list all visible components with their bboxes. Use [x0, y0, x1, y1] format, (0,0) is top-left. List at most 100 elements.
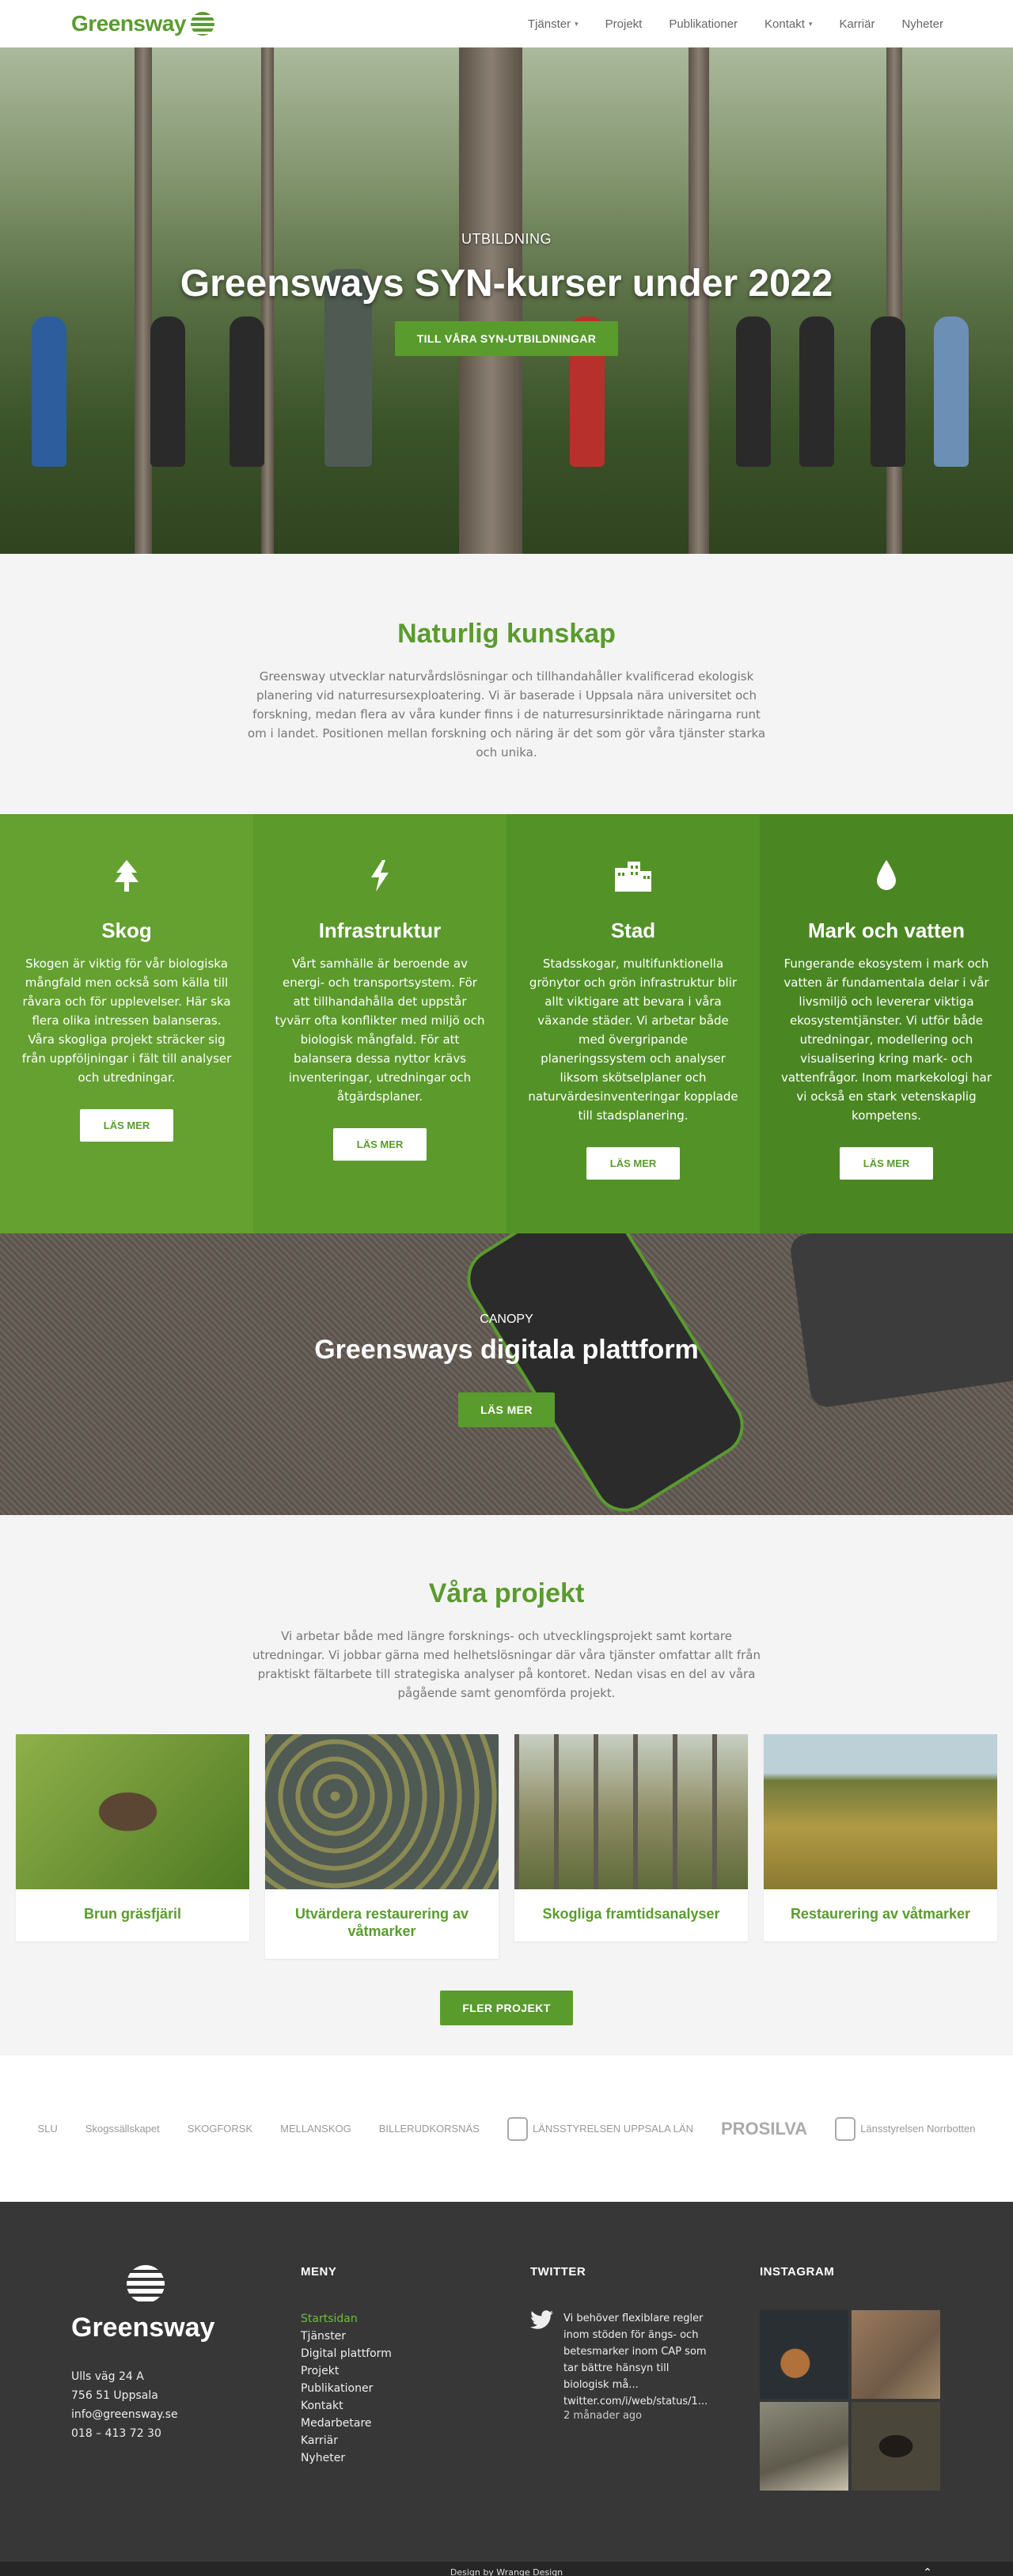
footer-menu-item[interactable]: Tjänster — [301, 2328, 530, 2345]
partner-name[interactable]: SLU — [38, 2123, 58, 2135]
nav-label[interactable]: Tjänster — [528, 17, 571, 31]
nav-label[interactable]: Projekt — [605, 17, 643, 31]
instagram-photo[interactable] — [760, 2402, 848, 2491]
service-title: Mark och vatten — [808, 919, 965, 942]
partner-name[interactable]: SKOGFORSK — [188, 2123, 252, 2135]
logo-mark-icon — [127, 2265, 165, 2303]
instagram-photo[interactable] — [852, 2310, 940, 2399]
partner-logo-skogssallskapet[interactable]: Skogssällskapet — [85, 2123, 160, 2135]
partner-name[interactable]: MELLANSKOG — [280, 2123, 351, 2135]
email-link[interactable]: info@greensway.se — [71, 2405, 301, 2424]
nav-label[interactable]: Nyheter — [901, 17, 943, 31]
project-card[interactable]: Utvärdera restaurering av våtmarker — [265, 1734, 499, 1959]
footer-menu-item[interactable]: Kontakt — [301, 2397, 530, 2415]
canopy-eyebrow: CANOPY — [480, 1313, 533, 1326]
instagram-heading: INSTAGRAM — [760, 2265, 835, 2279]
instagram-photo[interactable] — [760, 2310, 848, 2399]
nav-item-publikationer[interactable]: Publikationer — [669, 17, 738, 31]
nav-item-karriar[interactable]: Karriär — [839, 17, 875, 31]
address-city: 756 51 Uppsala — [71, 2389, 158, 2402]
nav-item-projekt[interactable]: Projekt — [605, 17, 643, 31]
service-title: Stad — [610, 919, 656, 942]
partner-logo-skogforsk[interactable]: SKOGFORSK — [188, 2123, 252, 2135]
footer-brand-column: Greensway Ulls väg 24 A 756 51 Uppsala i… — [71, 2265, 301, 2562]
instagram-grid — [760, 2310, 989, 2491]
bottom-bar: Design by Wrange Design ⌃ — [0, 2562, 1013, 2576]
project-card-title[interactable]: Skogliga framtidsanalyser — [514, 1889, 748, 1941]
project-cards: Brun gräsfjäril Utvärdera restaurering a… — [0, 1734, 1013, 1959]
project-card[interactable]: Restaurering av våtmarker — [764, 1734, 997, 1941]
twitter-icon — [530, 2310, 554, 2422]
service-text: Vårt samhälle är beroende av energi- och… — [275, 957, 485, 1104]
logo-mark-icon[interactable] — [190, 12, 214, 36]
partner-logo-slu[interactable]: SLU — [38, 2123, 58, 2135]
instagram-photo[interactable] — [852, 2402, 940, 2491]
more-projects-button[interactable]: FLER PROJEKT — [440, 1991, 573, 2025]
read-more-button[interactable]: LÄS MER — [839, 1147, 934, 1180]
butterfly-photo[interactable] — [16, 1734, 249, 1889]
project-card-title[interactable]: Restaurering av våtmarker — [764, 1889, 997, 1941]
partner-name[interactable]: BILLERUDKORSNÄS — [379, 2123, 480, 2135]
partner-logos: SLU Skogssällskapet SKOGFORSK MELLANSKOG… — [0, 2055, 1013, 2202]
footer-menu-item[interactable]: Publikationer — [301, 2380, 530, 2397]
partner-logo-mellanskog[interactable]: MELLANSKOG — [280, 2123, 351, 2135]
service-text: Fungerande ekosystem i mark och vatten ä… — [780, 957, 992, 1123]
chevron-down-icon: ▾ — [808, 19, 813, 28]
design-credit[interactable]: Design by Wrange Design — [450, 2567, 563, 2576]
crest-icon — [835, 2116, 856, 2141]
nav-label[interactable]: Kontakt — [764, 17, 805, 31]
footer-menu-item[interactable]: Karriär — [301, 2432, 530, 2449]
read-more-button[interactable]: LÄS MER — [586, 1147, 681, 1180]
project-card[interactable]: Brun gräsfjäril — [16, 1734, 249, 1941]
forest-photo[interactable] — [514, 1734, 748, 1889]
footer-menu-item[interactable]: Digital plattform — [301, 2345, 530, 2362]
nav-label[interactable]: Publikationer — [669, 17, 738, 31]
nav-item-nyheter[interactable]: Nyheter — [901, 17, 943, 31]
logo-text[interactable]: Greensway — [71, 11, 186, 36]
scroll-to-top-icon[interactable]: ⌃ — [913, 2562, 942, 2576]
canopy-content: CANOPY Greensways digitala plattform LÄS… — [0, 1313, 1013, 1427]
project-card-title[interactable]: Utvärdera restaurering av våtmarker — [265, 1889, 499, 1959]
tweet-text[interactable]: Vi behöver flexiblare regler inom stöden… — [563, 2310, 714, 2410]
bog-photo[interactable] — [764, 1734, 997, 1889]
footer-logo-text: Greensway — [71, 2313, 215, 2343]
intro-text: Greensway utvecklar naturvårdslösningar … — [247, 669, 766, 760]
canopy-read-more-button[interactable]: LÄS MER — [458, 1392, 555, 1427]
partner-logo-lansstyrelsen-uppsala[interactable]: LÄNSSTYRELSEN UPPSALA LÄN — [506, 2116, 693, 2141]
partner-name[interactable]: Skogssällskapet — [85, 2123, 160, 2135]
canopy-banner: CANOPY Greensways digitala plattform LÄS… — [0, 1233, 1013, 1515]
partner-name[interactable]: PROSILVA — [721, 2119, 807, 2139]
read-more-button[interactable]: LÄS MER — [79, 1109, 174, 1142]
hero-banner: UTBILDNING Greensways SYN-kurser under 2… — [0, 47, 1013, 554]
menu-heading: MENY — [301, 2265, 337, 2279]
logo[interactable]: Greensway — [71, 11, 214, 36]
syn-training-button[interactable]: TILL VÅRA SYN-UTBILDNINGAR — [394, 321, 619, 356]
partner-logo-lansstyrelsen-norrbotten[interactable]: Länsstyrelsen Norrbotten — [835, 2116, 975, 2141]
nav-item-kontakt[interactable]: Kontakt ▾ — [764, 17, 812, 31]
bolt-icon — [274, 858, 486, 898]
partner-logo-prosilva[interactable]: PROSILVA — [721, 2119, 807, 2139]
intro-section: Naturlig kunskap Greensway utvecklar nat… — [0, 554, 1013, 814]
footer-menu-item[interactable]: Nyheter — [301, 2449, 530, 2467]
footer-instagram-column: INSTAGRAM — [760, 2265, 989, 2562]
partner-logo-billerudkorsnas[interactable]: BILLERUDKORSNÄS — [379, 2123, 480, 2135]
project-card-title[interactable]: Brun gräsfjäril — [16, 1889, 249, 1941]
site-footer: Greensway Ulls väg 24 A 756 51 Uppsala i… — [0, 2202, 1013, 2562]
canopy-title: Greensways digitala plattform — [314, 1335, 699, 1365]
address-street: Ulls väg 24 A — [71, 2370, 144, 2383]
building-icon — [527, 858, 739, 898]
wetland-photo[interactable] — [265, 1734, 499, 1889]
service-text: Stadsskogar, multifunktionella grönytor … — [528, 957, 738, 1123]
footer-menu-item[interactable]: Projekt — [301, 2362, 530, 2380]
nav-label[interactable]: Karriär — [839, 17, 875, 31]
footer-menu-item[interactable]: Startsidan — [301, 2310, 530, 2328]
phone-number[interactable]: 018 – 413 72 30 — [71, 2424, 301, 2443]
partner-name[interactable]: Länsstyrelsen Norrbotten — [860, 2123, 975, 2135]
partner-name[interactable]: LÄNSSTYRELSEN UPPSALA LÄN — [533, 2123, 693, 2135]
project-card[interactable]: Skogliga framtidsanalyser — [514, 1734, 748, 1941]
nav-item-tjanster[interactable]: Tjänster ▾ — [528, 17, 579, 31]
tweet: Vi behöver flexiblare regler inom stöden… — [530, 2310, 760, 2422]
read-more-button[interactable]: LÄS MER — [332, 1128, 427, 1161]
footer-menu-item[interactable]: Medarbetare — [301, 2415, 530, 2432]
hero-content: UTBILDNING Greensways SYN-kurser under 2… — [0, 231, 1013, 356]
